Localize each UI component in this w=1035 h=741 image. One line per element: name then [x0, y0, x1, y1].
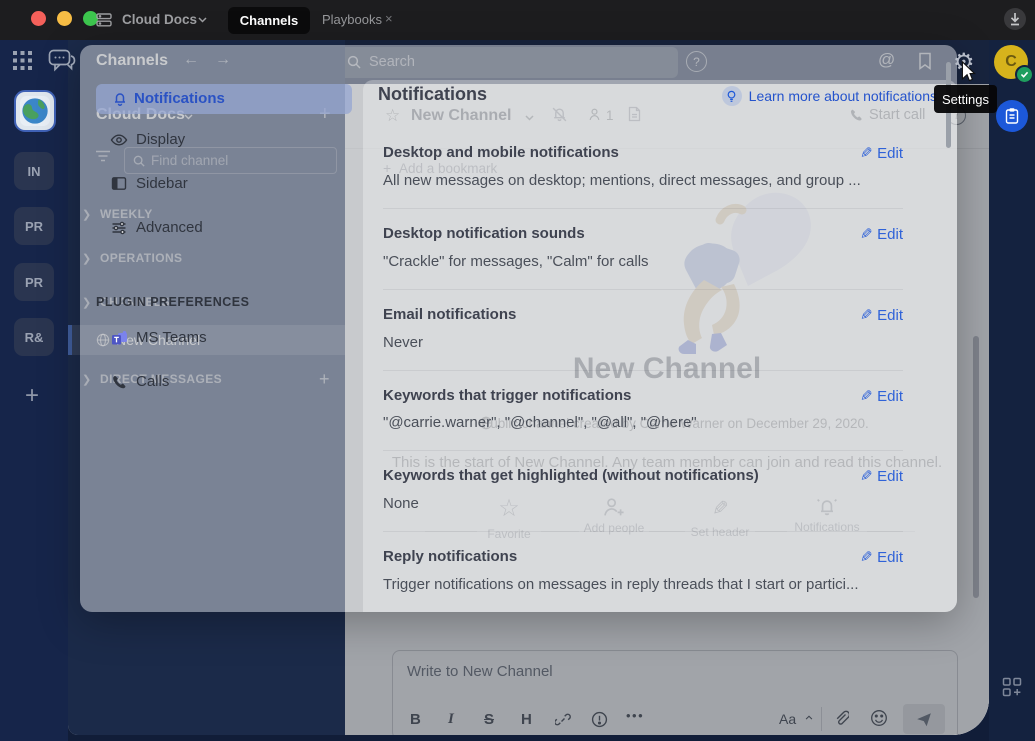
- mouse-cursor: [961, 61, 976, 82]
- bell-icon: [112, 91, 128, 107]
- section-divider: [383, 208, 903, 209]
- section-title: Desktop and mobile notifications: [383, 144, 619, 161]
- section-title: Email notifications: [383, 306, 516, 323]
- section-title: Desktop notification sounds: [383, 225, 585, 242]
- settings-nav-item-notifications[interactable]: Notifications: [96, 84, 352, 114]
- main-scrollbar-thumb[interactable]: [973, 336, 979, 598]
- tab-playbooks[interactable]: Playbooks: [322, 12, 382, 27]
- section-title: Keywords that trigger notifications: [383, 387, 631, 404]
- app-window: Cloud Docs Channels Playbooks ×: [0, 0, 1035, 741]
- settings-nav-item-calls[interactable]: Calls: [96, 369, 352, 397]
- pencil-icon: ✎: [860, 306, 873, 324]
- section-divider: [383, 531, 903, 532]
- playbooks-clipboard-icon[interactable]: [996, 100, 1028, 132]
- section-desc: "Crackle" for messages, "Calm" for calls: [383, 253, 649, 270]
- edit-desktop-notifications-button[interactable]: ✎ Edit: [860, 144, 903, 162]
- settings-tooltip: Settings: [934, 85, 997, 113]
- phone-icon: [111, 374, 127, 390]
- section-title: Reply notifications: [383, 548, 517, 565]
- section-divider: [383, 289, 903, 290]
- pencil-icon: ✎: [860, 387, 873, 405]
- team-avatar-in[interactable]: IN: [14, 152, 54, 190]
- app-bar: C: [989, 40, 1035, 741]
- settings-nav-item-sidebar[interactable]: Sidebar: [96, 171, 352, 199]
- user-avatar[interactable]: C: [994, 45, 1028, 79]
- add-team-button[interactable]: +: [25, 382, 39, 410]
- edit-notification-sounds-button[interactable]: ✎ Edit: [860, 225, 903, 243]
- pencil-icon: ✎: [860, 225, 873, 243]
- pencil-icon: ✎: [860, 548, 873, 566]
- app-marketplace-icon[interactable]: [1002, 677, 1022, 697]
- tab-channels[interactable]: Channels: [228, 7, 310, 34]
- section-divider: [383, 450, 903, 451]
- pencil-icon: ✎: [860, 467, 873, 485]
- server-chevron-down-icon[interactable]: [198, 17, 207, 23]
- settings-nav-item-display[interactable]: Display: [96, 127, 352, 155]
- section-title: Keywords that get highlighted (without n…: [383, 467, 759, 484]
- sliders-icon: [111, 220, 127, 236]
- section-desc: Never: [383, 334, 423, 351]
- close-window-button[interactable]: [31, 11, 46, 26]
- server-icon: [96, 13, 112, 27]
- team-avatar-active[interactable]: [14, 90, 56, 132]
- learn-more-link[interactable]: Learn more about notifications: [722, 85, 937, 107]
- team-avatar-r-and[interactable]: R&: [14, 318, 54, 356]
- edit-reply-notifications-button[interactable]: ✎ Edit: [860, 548, 903, 566]
- edit-trigger-keywords-button[interactable]: ✎ Edit: [860, 387, 903, 405]
- lightbulb-icon: [722, 86, 742, 106]
- product-switcher-grid-icon[interactable]: [13, 51, 32, 70]
- server-name[interactable]: Cloud Docs: [122, 12, 197, 27]
- section-desc: "@carrie.warner", "@channel", "@all", "@…: [383, 414, 697, 431]
- pencil-icon: ✎: [860, 144, 873, 162]
- section-desc: Trigger notifications on messages in rep…: [383, 576, 859, 593]
- team-avatar-pr2[interactable]: PR: [14, 263, 54, 301]
- section-divider: [383, 370, 903, 371]
- sidebar-layout-icon: [111, 176, 127, 191]
- section-desc: None: [383, 495, 419, 512]
- team-sidebar: IN PR PR R& +: [0, 40, 68, 741]
- settings-nav-item-advanced[interactable]: Advanced: [96, 215, 352, 243]
- plugin-preferences-header: PLUGIN PREFERENCES: [96, 295, 249, 309]
- edit-highlight-keywords-button[interactable]: ✎ Edit: [860, 467, 903, 485]
- threads-chat-icon[interactable]: [48, 49, 76, 74]
- tab-close-icon[interactable]: ×: [385, 11, 393, 26]
- settings-section-title: Notifications: [378, 84, 487, 105]
- window-titlebar: Cloud Docs Channels Playbooks ×: [0, 0, 1035, 40]
- minimize-window-button[interactable]: [57, 11, 72, 26]
- online-status-icon: [1015, 65, 1034, 84]
- settings-nav-item-ms-teams[interactable]: MS Teams: [96, 325, 352, 353]
- section-desc: All new messages on desktop; mentions, d…: [383, 172, 861, 189]
- globe-image-icon: [20, 96, 50, 126]
- edit-email-notifications-button[interactable]: ✎ Edit: [860, 306, 903, 324]
- ms-teams-icon: [111, 330, 128, 347]
- download-update-icon[interactable]: [1002, 6, 1028, 32]
- eye-icon: [110, 132, 128, 148]
- team-avatar-pr1[interactable]: PR: [14, 207, 54, 245]
